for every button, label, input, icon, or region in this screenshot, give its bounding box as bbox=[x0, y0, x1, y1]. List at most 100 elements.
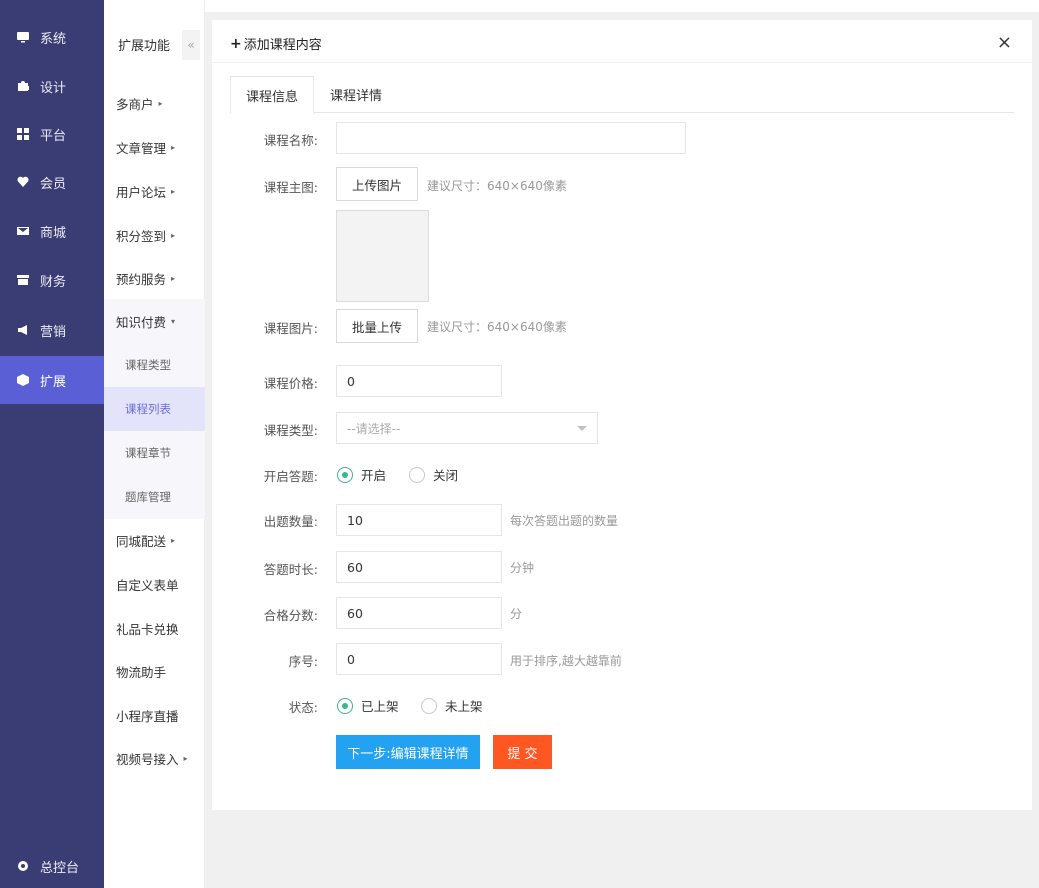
order-label: 序号: bbox=[288, 654, 318, 669]
sub-item-label: 同城配送 bbox=[116, 533, 167, 549]
question-count-input[interactable]: 10 bbox=[336, 504, 502, 536]
question-count-hint: 每次答题出题的数量 bbox=[510, 514, 619, 528]
price-input[interactable]: 0 bbox=[336, 365, 502, 397]
nav-item-dashboard[interactable]: 总控台 bbox=[0, 842, 104, 888]
sub-item-gift-card[interactable]: 礼品卡兑换 bbox=[104, 606, 205, 650]
nav-item-finance[interactable]: 财务 bbox=[0, 256, 104, 304]
pass-score-input[interactable]: 60 bbox=[336, 597, 502, 629]
sub-item-paid-knowledge[interactable]: 知识付费 ▾ bbox=[104, 299, 205, 343]
status-on-radio[interactable]: 已上架 bbox=[337, 696, 399, 715]
status-off-radio[interactable]: 未上架 bbox=[421, 696, 483, 715]
sub-item-local-delivery[interactable]: 同城配送 ▸ bbox=[104, 518, 205, 562]
mail-icon bbox=[16, 224, 30, 238]
nav-item-marketing[interactable]: 营销 bbox=[0, 306, 104, 354]
nav-item-label: 总控台 bbox=[40, 860, 80, 876]
tab-course-info[interactable]: 课程信息 bbox=[230, 76, 314, 114]
next-step-button[interactable]: 下一步:编辑课程详情 bbox=[336, 735, 480, 769]
radio-checked-icon bbox=[337, 697, 353, 714]
pass-score-unit: 分 bbox=[510, 607, 523, 621]
top-strip bbox=[205, 0, 1039, 12]
nav-item-system[interactable]: 系统 bbox=[0, 13, 104, 61]
sub-item-label: 自定义表单 bbox=[116, 577, 179, 593]
nav-item-mall[interactable]: 商城 bbox=[0, 207, 104, 255]
course-name-input[interactable] bbox=[336, 122, 686, 154]
tab-course-detail[interactable]: 课程详情 bbox=[316, 76, 396, 113]
caret-right-icon: ▸ bbox=[171, 186, 176, 196]
nav-item-label: 商城 bbox=[40, 225, 67, 241]
collapse-button[interactable]: « bbox=[182, 30, 200, 60]
nav-item-label: 平台 bbox=[40, 128, 67, 144]
sub-item-label: 知识付费 bbox=[116, 314, 167, 330]
course-name-label: 课程名称: bbox=[263, 133, 318, 148]
status-label: 状态: bbox=[288, 700, 318, 715]
sub-item-video-channel[interactable]: 视频号接入 ▸ bbox=[104, 736, 205, 780]
box-icon bbox=[16, 273, 30, 287]
quiz-label: 开启答题: bbox=[263, 469, 318, 484]
question-count-label: 出题数量: bbox=[263, 514, 318, 529]
sub-item-label: 视频号接入 bbox=[116, 751, 179, 767]
sub-item-multi-merchant[interactable]: 多商户 ▸ bbox=[104, 81, 205, 125]
sub-child-course-chapter[interactable]: 课程章节 bbox=[104, 431, 205, 475]
plus-icon: + bbox=[230, 35, 242, 52]
nav-item-platform[interactable]: 平台 bbox=[0, 110, 104, 158]
submit-button[interactable]: 提 交 bbox=[493, 735, 552, 769]
nav-item-label: 设计 bbox=[40, 80, 67, 96]
course-type-label: 课程类型: bbox=[263, 423, 318, 438]
caret-right-icon: ▸ bbox=[171, 230, 176, 240]
sub-item-logistics[interactable]: 物流助手 bbox=[104, 649, 205, 693]
caret-right-icon: ▸ bbox=[171, 535, 176, 545]
upload-image-button[interactable]: 上传图片 bbox=[336, 167, 418, 201]
order-input[interactable]: 0 bbox=[336, 643, 502, 675]
caret-right-icon: ▸ bbox=[183, 753, 188, 763]
nav-item-design[interactable]: 设计 bbox=[0, 62, 104, 110]
order-hint: 用于排序,越大越靠前 bbox=[510, 654, 622, 668]
nav-item-extension[interactable]: 扩展 bbox=[0, 356, 104, 404]
nav-item-label: 扩展 bbox=[40, 374, 67, 390]
sub-item-articles[interactable]: 文章管理 ▸ bbox=[104, 125, 205, 169]
sub-item-label: 小程序直播 bbox=[116, 708, 179, 724]
caret-right-icon: ▸ bbox=[171, 142, 176, 152]
size-hint: 建议尺寸：640×640像素 bbox=[427, 179, 567, 193]
duration-input[interactable]: 60 bbox=[336, 551, 502, 583]
nav-item-member[interactable]: 会员 bbox=[0, 158, 104, 206]
sub-item-points-checkin[interactable]: 积分签到 ▸ bbox=[104, 213, 205, 257]
course-images-label: 课程图片: bbox=[263, 321, 318, 336]
sub-item-label: 物流助手 bbox=[116, 664, 167, 680]
course-type-select[interactable]: --请选择-- bbox=[336, 412, 598, 444]
modal-title-text: 添加课程内容 bbox=[243, 38, 322, 53]
grid-icon bbox=[16, 127, 30, 141]
sub-item-label: 文章管理 bbox=[116, 140, 167, 156]
duration-unit: 分钟 bbox=[510, 561, 535, 575]
sub-item-custom-form[interactable]: 自定义表单 bbox=[104, 562, 205, 606]
add-course-modal: + 添加课程内容 × 课程信息 课程详情 课程名称: 课程主图: 上传图片 建议… bbox=[212, 20, 1032, 810]
sub-child-question-bank[interactable]: 题库管理 bbox=[104, 475, 205, 519]
caret-right-icon: ▸ bbox=[158, 98, 163, 108]
sub-child-course-list[interactable]: 课程列表 bbox=[104, 387, 205, 431]
tab-bar: 课程信息 课程详情 bbox=[230, 76, 1014, 114]
close-button[interactable]: × bbox=[997, 34, 1012, 52]
title-divider bbox=[212, 62, 1032, 63]
radio-unchecked-icon bbox=[421, 697, 437, 714]
batch-upload-button[interactable]: 批量上传 bbox=[336, 309, 418, 343]
main-image-label: 课程主图: bbox=[263, 180, 318, 195]
left-nav: 系统 设计 平台 会员 商城 财务 营销 扩展 总控台 bbox=[0, 0, 104, 888]
sub-child-course-type[interactable]: 课程类型 bbox=[104, 343, 205, 387]
quiz-on-radio[interactable]: 开启 bbox=[337, 465, 386, 484]
sub-item-label: 用户论坛 bbox=[116, 184, 167, 200]
price-label: 课程价格: bbox=[263, 376, 318, 391]
course-type-placeholder: --请选择-- bbox=[347, 421, 401, 436]
nav-item-label: 系统 bbox=[40, 31, 67, 47]
size-hint-batch: 建议尺寸：640×640像素 bbox=[427, 320, 567, 334]
sub-item-booking[interactable]: 预约服务 ▸ bbox=[104, 256, 205, 300]
radio-checked-icon bbox=[337, 466, 353, 483]
gear-icon bbox=[16, 859, 30, 873]
sub-item-label: 礼品卡兑换 bbox=[116, 621, 179, 637]
sub-item-live-stream[interactable]: 小程序直播 bbox=[104, 693, 205, 737]
sub-nav: 扩展功能 « 多商户 ▸ 文章管理 ▸ 用户论坛 ▸ 积分签到 ▸ 预约服务 ▸ 知识付费… bbox=[104, 0, 205, 888]
quiz-off-radio[interactable]: 关闭 bbox=[409, 465, 458, 484]
duration-label: 答题时长: bbox=[263, 562, 318, 577]
modal-title: + 添加课程内容 bbox=[230, 34, 322, 54]
caret-down-icon: ▾ bbox=[171, 316, 176, 326]
sub-item-forum[interactable]: 用户论坛 ▸ bbox=[104, 169, 205, 213]
cube-icon bbox=[16, 373, 30, 387]
